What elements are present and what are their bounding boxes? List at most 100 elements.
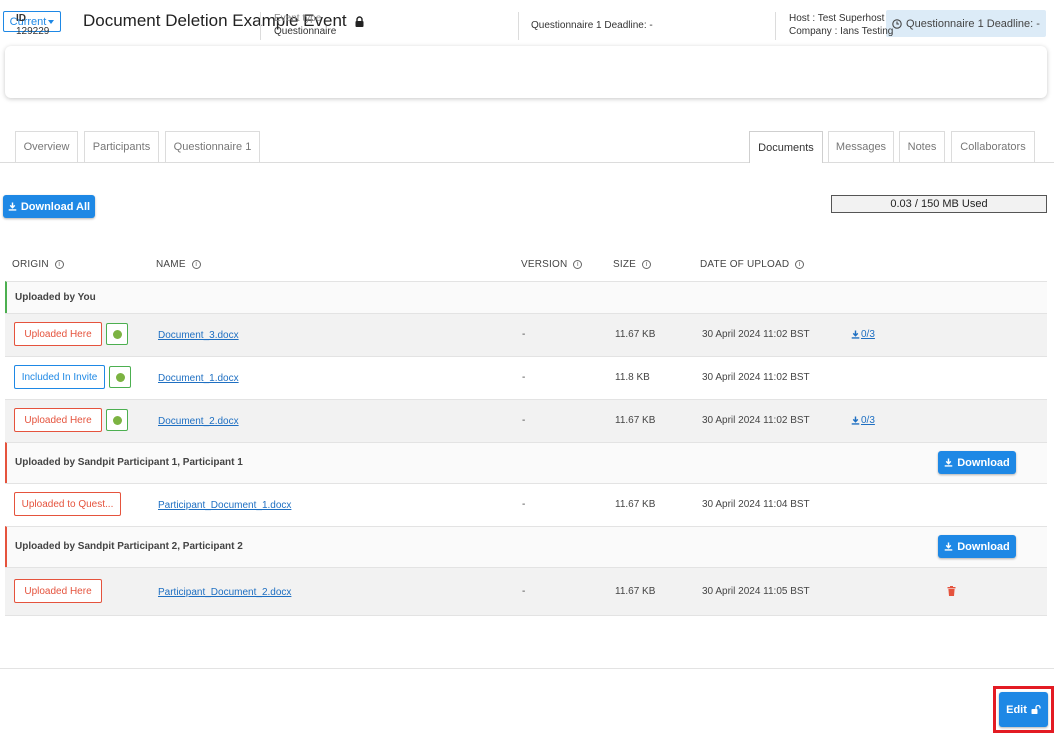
col-size-label: SIZE (613, 259, 637, 270)
date-cell: 30 April 2024 11:02 BST (702, 372, 810, 383)
info-deadline: Questionnaire 1 Deadline: - (531, 20, 653, 31)
download-icon (944, 458, 953, 467)
version-cell: - (522, 329, 526, 340)
download-all-label: Download All (20, 200, 91, 213)
document-link[interactable]: Participant_Document_2.docx (158, 587, 291, 598)
download-icon (851, 416, 860, 425)
deadline-chip: Questionnaire 1 Deadline: - (886, 10, 1046, 37)
origin-badge: Uploaded Here (14, 322, 102, 346)
lock-icon (355, 15, 364, 27)
info-host: Host : Test Superhost Company : Ians Tes… (789, 12, 893, 38)
document-link[interactable]: Document_1.docx (158, 373, 239, 384)
size-cell: 11.67 KB (615, 499, 656, 510)
tab-documents[interactable]: Documents (749, 131, 823, 163)
tab-notes[interactable]: Notes (899, 131, 945, 162)
table-row: Included In Invite Document_1.docx - 11.… (5, 356, 1047, 399)
info-icon[interactable]: i (795, 260, 805, 269)
download-count-link[interactable]: 0/3 (851, 329, 875, 340)
table-row: Uploaded Here Document_3.docx - 11.67 KB… (5, 313, 1047, 356)
edit-label: Edit (1006, 703, 1027, 716)
info-icon[interactable]: i (573, 260, 583, 269)
col-size: SIZE i (613, 259, 652, 270)
tab-collaborators[interactable]: Collaborators (951, 131, 1035, 162)
group-label: Uploaded by Sandpit Participant 2, Parti… (15, 541, 243, 552)
version-cell: - (522, 372, 526, 383)
event-type-value: Questionnaire (274, 26, 337, 37)
globe-icon (112, 415, 122, 425)
download-count: 0/3 (861, 329, 875, 340)
download-icon (944, 542, 953, 551)
origin-badge: Uploaded Here (14, 579, 102, 603)
size-cell: 11.67 KB (615, 329, 656, 340)
col-date-label: DATE OF UPLOAD (700, 259, 790, 270)
tab-overview[interactable]: Overview (15, 131, 78, 162)
globe-icon (115, 372, 125, 382)
group-header-row: Uploaded by Sandpit Participant 1, Parti… (5, 442, 1047, 483)
date-cell: 30 April 2024 11:04 BST (702, 499, 810, 510)
document-link[interactable]: Document_3.docx (158, 330, 239, 341)
edit-button[interactable]: Edit (999, 692, 1048, 727)
unlock-icon (1031, 705, 1041, 714)
version-cell: - (522, 586, 526, 597)
event-info-card (5, 46, 1047, 98)
origin-badge: Included In Invite (14, 365, 105, 389)
tab-participants[interactable]: Participants (84, 131, 159, 162)
version-cell: - (522, 415, 526, 426)
group-label: Uploaded by Sandpit Participant 1, Parti… (15, 457, 243, 468)
download-icon (851, 330, 860, 339)
tab-bar-underline (0, 162, 1054, 163)
deadline-chip-text: Questionnaire 1 Deadline: - (906, 17, 1040, 30)
col-origin-label: ORIGIN (12, 259, 49, 270)
info-event-type: Event type Questionnaire (274, 12, 336, 38)
col-origin: ORIGIN i (12, 259, 64, 270)
id-label: ID (16, 13, 26, 24)
origin-badge: Uploaded Here (14, 408, 102, 432)
host-text: Host : Test Superhost (789, 13, 885, 24)
download-all-button[interactable]: Download All (3, 195, 95, 218)
group-download-button[interactable]: Download (938, 451, 1016, 474)
group-download-button[interactable]: Download (938, 535, 1016, 558)
info-icon[interactable]: i (642, 260, 652, 269)
download-label: Download (957, 456, 1010, 469)
document-link[interactable]: Document_2.docx (158, 416, 239, 427)
download-count-link[interactable]: 0/3 (851, 415, 875, 426)
table-row: Uploaded Here Document_2.docx - 11.67 KB… (5, 399, 1047, 442)
col-name-label: NAME (156, 259, 186, 270)
origin-badge: Uploaded to Quest... (14, 492, 121, 516)
globe-icon (112, 329, 122, 339)
col-version-label: VERSION (521, 259, 568, 270)
tab-messages[interactable]: Messages (828, 131, 894, 162)
storage-usage: 0.03 / 150 MB Used (831, 195, 1047, 213)
size-cell: 11.67 KB (615, 415, 656, 426)
divider (775, 12, 776, 40)
size-cell: 11.67 KB (615, 586, 656, 597)
info-icon[interactable]: i (191, 260, 201, 269)
col-version: VERSION i (521, 259, 583, 270)
download-count: 0/3 (861, 415, 875, 426)
size-cell: 11.8 KB (615, 372, 650, 383)
version-cell: - (522, 499, 526, 510)
share-globe-button[interactable] (106, 323, 128, 345)
clock-icon (892, 18, 902, 29)
col-date: DATE OF UPLOAD i (700, 259, 805, 270)
share-globe-button[interactable] (109, 366, 131, 388)
info-id: ID 129229 (16, 12, 49, 38)
group-header-row: Uploaded by Sandpit Participant 2, Parti… (5, 526, 1047, 567)
document-link[interactable]: Participant_Document_1.docx (158, 500, 291, 511)
tab-questionnaire-1[interactable]: Questionnaire 1 (165, 131, 260, 162)
share-globe-button[interactable] (106, 409, 128, 431)
id-value: 129229 (16, 26, 50, 37)
footer-divider (0, 668, 1054, 669)
event-type-label: Event type (274, 13, 322, 24)
divider (260, 12, 261, 40)
group-header-row: Uploaded by You (5, 281, 1047, 313)
trash-icon[interactable] (947, 586, 956, 596)
table-row: Uploaded Here Participant_Document_2.doc… (5, 567, 1047, 616)
group-label: Uploaded by You (15, 292, 96, 303)
info-icon[interactable]: i (54, 260, 64, 269)
table-row: Uploaded to Quest... Participant_Documen… (5, 483, 1047, 526)
date-cell: 30 April 2024 11:02 BST (702, 329, 810, 340)
date-cell: 30 April 2024 11:05 BST (702, 586, 810, 597)
col-name: NAME i (156, 259, 201, 270)
divider (518, 12, 519, 40)
